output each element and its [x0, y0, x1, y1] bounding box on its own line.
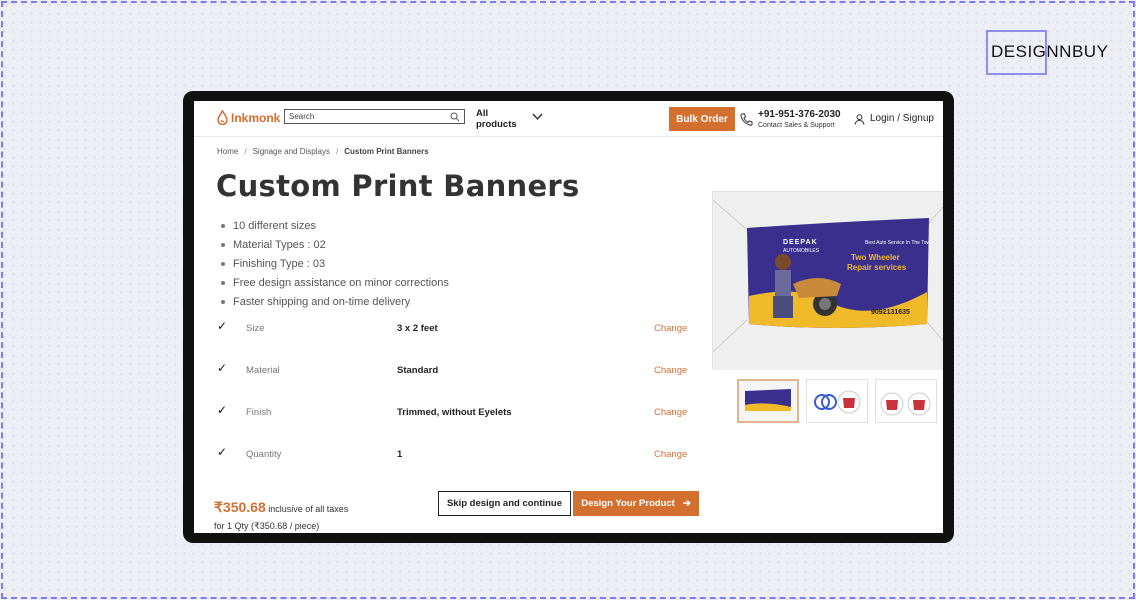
page-title: Custom Print Banners	[216, 169, 580, 203]
feature-item: Finishing Type : 03	[221, 254, 449, 273]
banner-company: DEEPAK	[783, 239, 818, 246]
option-label: Material	[246, 365, 280, 376]
search-icon[interactable]	[450, 112, 460, 122]
price-amount: ₹350.68	[214, 499, 266, 515]
phone-subtitle: Contact Sales & Support	[758, 122, 835, 129]
feature-item: Material Types : 02	[221, 235, 449, 254]
user-icon	[854, 114, 865, 125]
ink-drop-icon	[217, 110, 228, 125]
option-label: Size	[246, 323, 265, 334]
banner-headline-2: Repair services	[847, 263, 907, 272]
designnbuy-logo: DESIGNNBUY	[986, 30, 1108, 75]
contact-block[interactable]: +91-951-376-2030 Contact Sales & Support	[758, 109, 841, 129]
option-value: Standard	[397, 365, 439, 376]
option-value: 1	[397, 449, 403, 460]
option-label: Finish	[246, 407, 272, 418]
thumbnail-finish-image	[876, 380, 936, 422]
bulk-order-button[interactable]: Bulk Order	[669, 107, 735, 131]
thumbnail-3[interactable]	[875, 379, 937, 423]
breadcrumb-current: Custom Print Banners	[344, 147, 429, 156]
banner-tagline: Best Auto Service In The Town	[865, 240, 933, 246]
feature-list: 10 different sizes Material Types : 02 F…	[221, 216, 449, 311]
inkmonk-logo[interactable]: Inkmonk	[217, 110, 280, 125]
login-signup-link[interactable]: Login / Signup	[870, 113, 934, 124]
browser-screen: Inkmonk All products Bulk Order +91-951-…	[194, 101, 943, 533]
thumbnail-1[interactable]	[737, 379, 799, 423]
laptop-mockup: Inkmonk All products Bulk Order +91-951-…	[183, 91, 954, 543]
option-value: Trimmed, without Eyelets	[397, 407, 512, 418]
banner-company-sub: AUTOMOBILES	[783, 248, 820, 254]
search-box[interactable]	[284, 109, 465, 124]
price-block: ₹350.68 inclusive of all taxes	[214, 499, 348, 516]
check-icon: ✓	[217, 361, 228, 375]
check-icon: ✓	[217, 319, 228, 333]
logo-text: Inkmonk	[231, 110, 281, 125]
option-value: 3 x 2 feet	[397, 323, 438, 334]
change-size-link[interactable]: Change	[654, 323, 687, 334]
option-row-material: ✓ Material Standard Change	[217, 361, 687, 381]
thumbnail-2[interactable]	[806, 379, 868, 423]
change-finish-link[interactable]: Change	[654, 407, 687, 418]
banner-phone: 9092131635	[871, 309, 910, 316]
breadcrumb-signage[interactable]: Signage and Displays	[253, 147, 330, 156]
change-quantity-link[interactable]: Change	[654, 449, 687, 460]
banner-headline-1: Two Wheeler	[851, 253, 900, 262]
feature-item: Faster shipping and on-time delivery	[221, 292, 449, 311]
thumbnail-banner-image	[739, 381, 797, 421]
price-note: inclusive of all taxes	[268, 504, 349, 514]
feature-item: 10 different sizes	[221, 216, 449, 235]
feature-item: Free design assistance on minor correcti…	[221, 273, 449, 292]
logo-wordmark: DESIGNNBUY	[991, 42, 1109, 61]
all-products-menu[interactable]: All products	[476, 108, 524, 130]
check-icon: ✓	[217, 445, 228, 459]
change-material-link[interactable]: Change	[654, 365, 687, 376]
per-piece-price: for 1 Qty (₹350.68 / piece)	[214, 521, 320, 531]
phone-number[interactable]: +91-951-376-2030	[758, 109, 841, 120]
design-product-button[interactable]: Design Your Product ➔	[573, 491, 699, 516]
site-header: Inkmonk All products Bulk Order +91-951-…	[194, 101, 943, 137]
option-label: Quantity	[246, 449, 282, 460]
thumbnail-material-image	[807, 380, 867, 422]
phone-icon	[740, 113, 753, 126]
breadcrumb-home[interactable]: Home	[217, 147, 238, 156]
product-hero-image[interactable]: DEEPAK AUTOMOBILES Best Auto Service In …	[712, 191, 943, 370]
option-row-finish: ✓ Finish Trimmed, without Eyelets Change	[217, 403, 687, 423]
check-icon: ✓	[217, 403, 228, 417]
skip-design-button[interactable]: Skip design and continue	[438, 491, 571, 516]
search-input[interactable]	[289, 112, 439, 121]
design-button-label: Design Your Product	[581, 498, 675, 509]
option-row-size: ✓ Size 3 x 2 feet Change	[217, 319, 687, 339]
banner-illustration: DEEPAK AUTOMOBILES Best Auto Service In …	[712, 192, 943, 370]
chevron-down-icon[interactable]	[532, 113, 543, 121]
option-row-quantity: ✓ Quantity 1 Change	[217, 445, 687, 465]
arrow-right-icon: ➔	[682, 498, 691, 509]
breadcrumb: Home / Signage and Displays / Custom Pri…	[217, 147, 429, 156]
